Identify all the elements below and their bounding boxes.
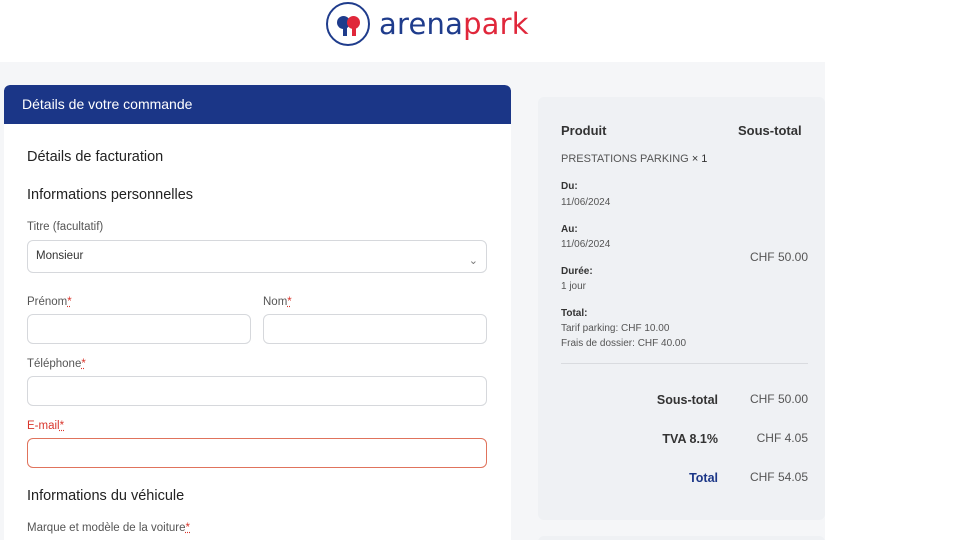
lastname-input[interactable] — [263, 314, 487, 344]
required-marker: * — [81, 358, 86, 370]
brand-logo-icon — [326, 2, 370, 46]
lastname-label: Nom* — [263, 296, 292, 308]
title-select-value: Monsieur — [36, 250, 84, 262]
duration-label: Durée: — [561, 266, 593, 277]
product-column-header: Produit — [561, 123, 607, 138]
duration-value: 1 jour — [561, 281, 587, 292]
brand-name-part2: park — [463, 7, 529, 41]
product-quantity: × 1 — [691, 153, 708, 165]
next-panel-edge — [538, 536, 825, 540]
required-marker: * — [59, 420, 65, 432]
phone-label: Téléphone* — [27, 358, 86, 370]
line-item-price: CHF 50.00 — [749, 250, 808, 264]
required-marker: * — [185, 522, 191, 534]
from-label: Du: — [561, 181, 578, 192]
to-label: Au: — [561, 224, 578, 235]
subtotal-column-header: Sous-total — [738, 123, 802, 138]
email-input[interactable] — [27, 438, 487, 468]
price-breakdown-label: Total: — [561, 308, 588, 319]
phone-input[interactable] — [27, 376, 487, 406]
grand-total-value: CHF 54.05 — [749, 470, 808, 484]
order-summary: Produit Sous-total PRESTATIONS PARKING ×… — [538, 97, 825, 520]
from-date: 11/06/2024 — [561, 197, 611, 208]
fees-line: Frais de dossier: CHF 40.00 — [561, 338, 687, 349]
vehicle-info-title: Informations du véhicule — [27, 488, 185, 504]
site-header: arenapark — [0, 0, 825, 62]
summary-divider — [561, 363, 808, 364]
order-details-card: Détails de votre commande Détails de fac… — [4, 85, 511, 540]
product-name: PRESTATIONS PARKING × 1 — [561, 153, 708, 165]
vehicle-model-label: Marque et modèle de la voiture* — [27, 522, 191, 534]
title-field-label: Titre (facultatif) — [27, 221, 104, 233]
brand-wordmark: arenapark — [379, 7, 529, 41]
title-select[interactable]: Monsieur ⌄ — [27, 240, 487, 273]
tariff-line: Tarif parking: CHF 10.00 — [561, 323, 670, 334]
required-marker: * — [67, 296, 72, 308]
email-label: E-mail* — [27, 420, 65, 432]
firstname-input[interactable] — [27, 314, 251, 344]
brand-name-part1: arena — [379, 7, 464, 41]
to-date: 11/06/2024 — [561, 239, 611, 250]
vat-value: CHF 4.05 — [756, 431, 808, 445]
chevron-down-icon: ⌄ — [468, 255, 478, 267]
personal-info-title: Informations personnelles — [27, 187, 194, 203]
subtotal-value: CHF 50.00 — [749, 392, 808, 406]
billing-details-title: Détails de facturation — [27, 149, 164, 165]
brand-logo[interactable]: arenapark — [326, 2, 529, 46]
order-details-header: Détails de votre commande — [4, 85, 511, 124]
required-marker: * — [287, 296, 292, 308]
firstname-label: Prénom* — [27, 296, 72, 308]
right-margin — [825, 0, 960, 540]
